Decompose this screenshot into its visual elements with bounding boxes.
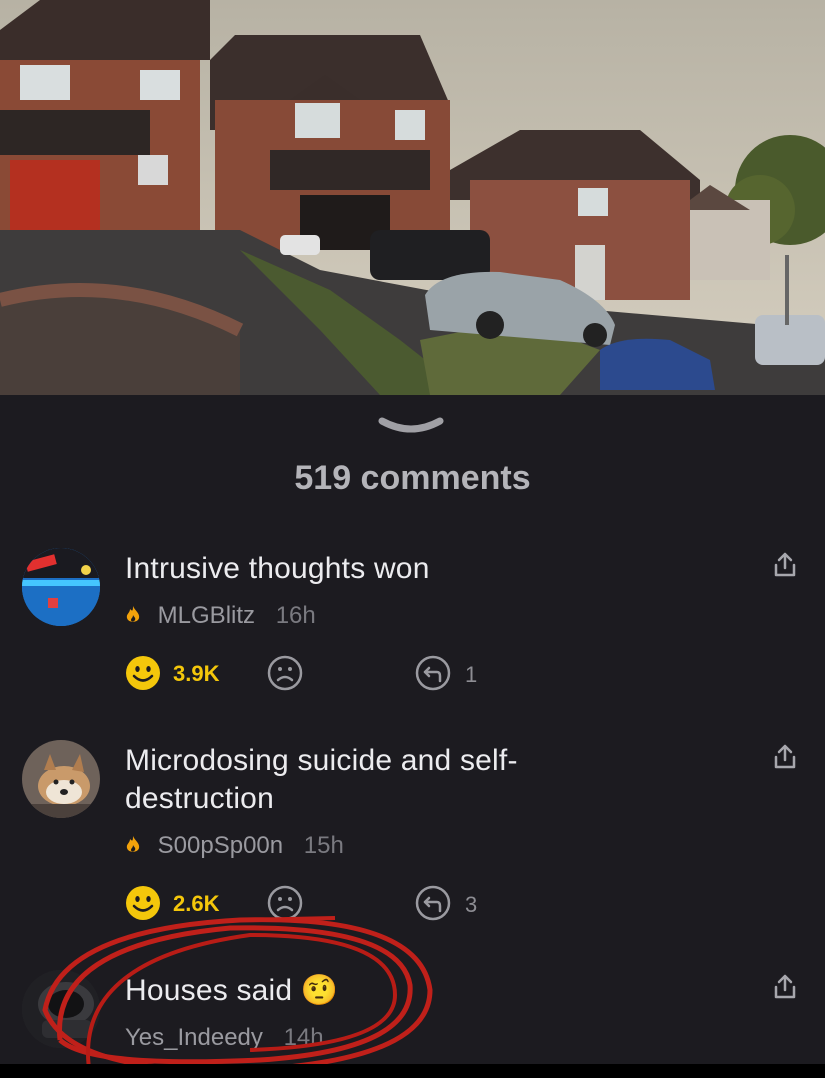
bottom-bar	[0, 1064, 825, 1078]
reply-count: 3	[465, 892, 478, 917]
comment-item: Microdosing suicide and self-destruction…	[0, 732, 825, 932]
share-icon[interactable]	[770, 742, 800, 772]
comment-item: Intrusive thoughts won MLGBlitz 16h 3.9K	[0, 540, 825, 710]
comment-actions: 2.6K 3	[125, 885, 545, 925]
share-icon[interactable]	[770, 972, 800, 1002]
comment-meta: S00pSp00n 15h	[125, 832, 344, 860]
comment-item: Houses said 🤨 Yes_Indeedy 14h	[0, 962, 825, 1064]
comment-text: Microdosing suicide and self-destruction	[125, 744, 518, 815]
reply-icon[interactable]	[415, 655, 451, 691]
comment-meta: Yes_Indeedy 14h	[125, 1024, 324, 1052]
comment-actions: 3.9K 1	[125, 655, 545, 695]
comment-text: Intrusive thoughts won	[125, 552, 430, 585]
fire-icon	[126, 836, 140, 852]
comment-author[interactable]: Yes_Indeedy	[125, 1024, 263, 1051]
share-icon[interactable]	[770, 550, 800, 580]
reply-icon[interactable]	[415, 885, 451, 921]
comment-meta: MLGBlitz 16h	[125, 602, 316, 630]
downvote-frown-icon[interactable]	[267, 885, 303, 921]
like-count: 3.9K	[173, 661, 220, 686]
comments-count: 519 comments	[294, 459, 531, 497]
reply-count: 1	[465, 662, 478, 687]
comment-time: 16h	[275, 602, 316, 629]
avatar[interactable]	[22, 740, 100, 818]
avatar[interactable]	[22, 548, 100, 626]
chevron-down-icon[interactable]	[378, 415, 444, 437]
video-frame[interactable]	[0, 0, 825, 395]
like-count: 2.6K	[173, 891, 220, 916]
comment-author[interactable]: S00pSp00n	[158, 832, 283, 859]
comment-time: 14h	[283, 1024, 324, 1051]
downvote-frown-icon[interactable]	[267, 655, 303, 691]
comment-author[interactable]: MLGBlitz	[158, 602, 255, 629]
comment-text: Houses said 🤨	[125, 974, 339, 1007]
upvote-smile-icon[interactable]	[125, 885, 161, 921]
fire-icon	[126, 606, 140, 622]
comment-time: 15h	[303, 832, 344, 859]
upvote-smile-icon[interactable]	[125, 655, 161, 691]
avatar[interactable]	[22, 970, 100, 1048]
